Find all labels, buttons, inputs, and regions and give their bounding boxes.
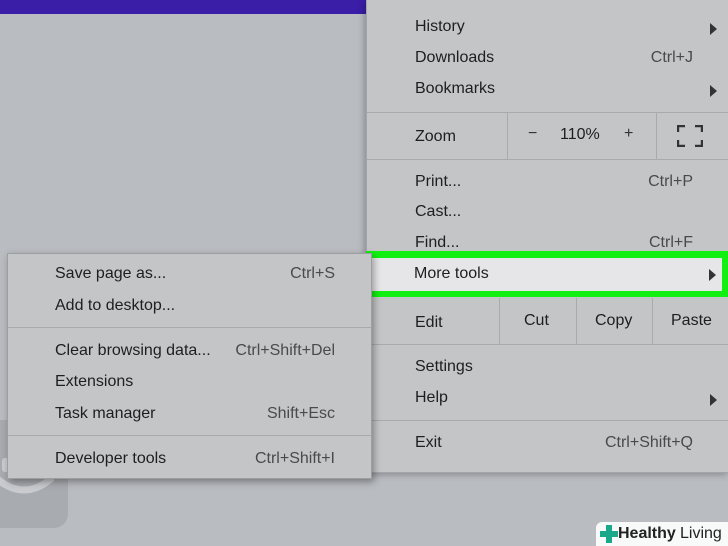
menu-item-shortcut: Ctrl+J <box>650 49 693 66</box>
menu-item-label: Bookmarks <box>415 80 496 97</box>
submenu-item-shortcut: Ctrl+Shift+I <box>254 450 335 467</box>
more-tools-submenu: Save page as... Ctrl+S Add to desktop...… <box>7 253 372 479</box>
submenu-item-label: Add to desktop... <box>55 297 176 314</box>
menu-item-label: Find... <box>415 234 460 251</box>
edit-label: Edit <box>415 314 443 331</box>
zoom-label: Zoom <box>415 128 456 145</box>
menu-item-bookmarks[interactable]: Bookmarks <box>367 74 728 105</box>
brand-name-part2: Living <box>680 525 722 542</box>
submenu-item-shortcut: Shift+Esc <box>266 405 335 422</box>
menu-item-label: Settings <box>415 358 473 375</box>
menu-divider <box>367 344 728 345</box>
zoom-control: − 110% + <box>507 113 657 159</box>
paste-button[interactable]: Paste <box>652 298 728 344</box>
menu-item-label: Print... <box>415 173 462 190</box>
submenu-item-label: Developer tools <box>55 450 167 467</box>
zoom-out-button[interactable]: − <box>528 125 537 143</box>
brand-name-part1: Healthy <box>618 525 676 542</box>
cut-button[interactable]: Cut <box>499 298 577 344</box>
submenu-item-developer-tools[interactable]: Developer tools Ctrl+Shift+I <box>8 445 371 473</box>
chevron-right-icon <box>709 269 716 281</box>
submenu-item-shortcut: Ctrl+S <box>290 265 335 282</box>
fullscreen-icon[interactable] <box>677 125 703 147</box>
zoom-row: Zoom − 110% + <box>367 113 728 159</box>
menu-item-downloads[interactable]: Downloads Ctrl+J <box>367 43 728 74</box>
chevron-right-icon <box>710 394 717 406</box>
menu-item-label: Help <box>415 389 448 406</box>
browser-top-bar <box>0 0 370 14</box>
submenu-item-shortcut: Ctrl+Shift+Del <box>235 342 335 359</box>
menu-item-label: History <box>415 18 465 35</box>
copy-button[interactable]: Copy <box>576 298 653 344</box>
submenu-item-task-manager[interactable]: Task manager Shift+Esc <box>8 400 371 428</box>
medical-cross-icon <box>600 525 618 543</box>
menu-item-exit[interactable]: Exit Ctrl+Shift+Q <box>367 428 728 459</box>
submenu-item-label: Save page as... <box>55 265 167 282</box>
menu-item-label: Exit <box>415 434 442 451</box>
menu-item-cast[interactable]: Cast... <box>367 197 728 228</box>
menu-item-shortcut: Ctrl+P <box>648 173 693 190</box>
submenu-divider <box>8 327 371 328</box>
submenu-item-clear-browsing-data[interactable]: Clear browsing data... Ctrl+Shift+Del <box>8 337 371 365</box>
menu-item-label: More tools <box>414 265 489 282</box>
chevron-right-icon <box>710 85 717 97</box>
zoom-in-button[interactable]: + <box>624 125 633 143</box>
menu-item-label: Cast... <box>415 203 462 220</box>
submenu-item-label: Task manager <box>55 405 156 422</box>
menu-item-shortcut: Ctrl+F <box>649 234 693 251</box>
menu-divider <box>367 159 728 160</box>
menu-item-shortcut: Ctrl+Shift+Q <box>604 434 693 451</box>
edit-row: Edit Cut Copy Paste <box>367 298 728 344</box>
paste-label: Paste <box>671 312 712 329</box>
menu-item-history[interactable]: History <box>367 12 728 43</box>
chevron-right-icon <box>710 23 717 35</box>
browser-main-menu: History Downloads Ctrl+J Bookmarks Zoom … <box>366 0 728 473</box>
submenu-item-label: Extensions <box>55 373 134 390</box>
submenu-item-add-to-desktop[interactable]: Add to desktop... <box>8 292 371 320</box>
zoom-value: 110% <box>560 126 600 143</box>
submenu-item-extensions[interactable]: Extensions <box>8 368 371 396</box>
menu-item-label: Downloads <box>415 49 495 66</box>
copy-label: Copy <box>595 312 633 329</box>
menu-item-settings[interactable]: Settings <box>367 352 728 383</box>
cut-label: Cut <box>524 312 549 329</box>
menu-item-help[interactable]: Help <box>367 383 728 414</box>
menu-item-print[interactable]: Print... Ctrl+P <box>367 167 728 198</box>
menu-divider <box>367 420 728 421</box>
submenu-item-label: Clear browsing data... <box>55 342 211 359</box>
menu-item-more-tools[interactable]: More tools <box>372 258 722 291</box>
submenu-divider <box>8 435 371 436</box>
submenu-item-save-page[interactable]: Save page as... Ctrl+S <box>8 260 371 288</box>
brand-watermark: Healthy Living <box>596 522 728 546</box>
